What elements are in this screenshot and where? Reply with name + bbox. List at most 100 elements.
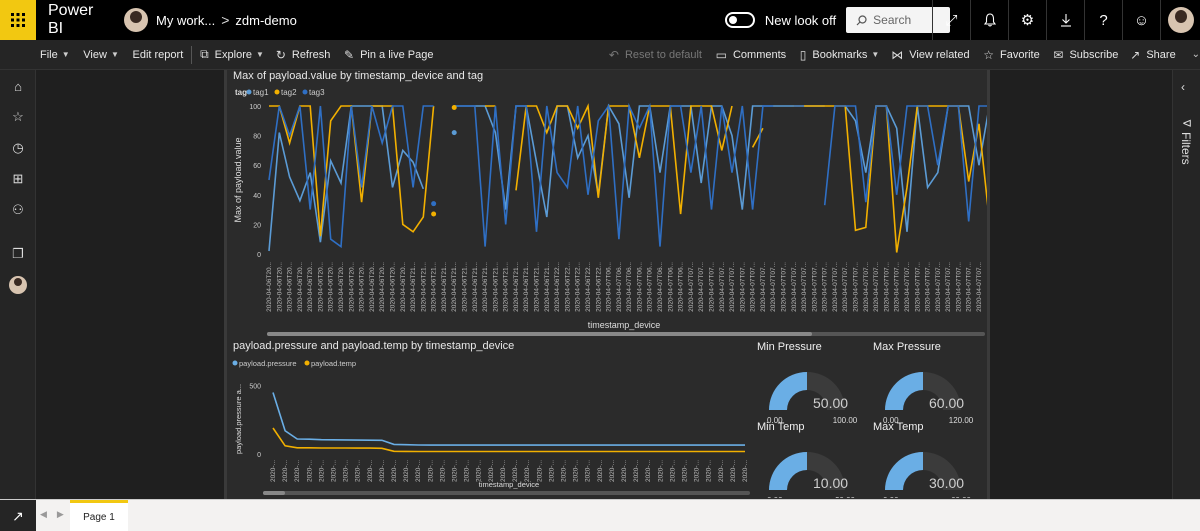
x-tick-label: 2020-04-07T07... [976,262,983,312]
x-tick-label: 2020-04-07T06... [626,262,633,312]
x-tick-label: 2020-... [681,460,688,482]
legend-marker-tag3 [302,89,308,95]
nav-my-workspace-button[interactable] [0,273,36,297]
view-menu[interactable]: View ▼ [83,49,119,61]
pin-live-page-button[interactable]: ✎ Pin a live Page [344,48,433,62]
series-line-tag3 [268,102,987,249]
legend-label-tag2: tag2 [281,88,297,97]
bookmark-icon: ▯ [799,47,807,62]
x-tick-label: 2020-04-06T20... [379,262,386,312]
x-tick-label: 2020-04-07T07... [945,262,952,312]
x-tick-label: 2020-04-07T07... [811,262,818,312]
feedback-button[interactable]: ☺ [1122,0,1160,40]
page-tab-1[interactable]: Page 1 [70,500,128,531]
download-button[interactable] [1046,0,1084,40]
account-button[interactable] [1160,0,1200,40]
nav-home-button[interactable]: ⌂ [0,74,36,98]
my-workspace-avatar [9,276,27,294]
command-bar: File ▼ View ▼ Edit report ⧉ Explore ▼ ↻ Refre… [0,40,1200,70]
x-tick-label: 2020-04-07T07... [842,262,849,312]
x-tick-label: 2020-04-06T21... [534,262,541,312]
subscribe-button[interactable]: ✉ Subscribe [1053,48,1118,62]
x-tick-label: 2020-04-06T21... [410,262,417,312]
help-button[interactable]: ? [1084,0,1122,40]
breadcrumb-workspace[interactable]: My work... [156,13,215,28]
notifications-button[interactable] [970,0,1008,40]
workspace-avatar [124,8,148,32]
pin-icon: ✎ [344,47,355,62]
view-related-button[interactable]: ⋈ View related [891,48,969,62]
x-tick-label: 2020-... [694,460,701,482]
edit-report-button[interactable]: Edit report [133,49,184,61]
refresh-label: Refresh [291,48,331,61]
gauge-title: Max Pressure [873,341,941,353]
x-axis-label: timestamp_device [588,320,661,330]
new-look-label: New look off [764,12,837,28]
share-button[interactable]: ↗ Share [1130,48,1175,62]
x-tick-label: 2020-04-06T21... [492,262,499,312]
x-tick-label: 2020-04-07T07... [791,262,798,312]
x-tick-label: 2020-... [415,460,422,482]
filters-pane[interactable]: ‹ ⊲ Filters [1172,70,1200,499]
x-tick-label: 2020-... [560,460,567,482]
breadcrumb-report[interactable]: zdm-demo [235,13,296,28]
x-tick-label: 2020-04-06T20... [297,262,304,312]
x-tick-label: 2020-04-06T22... [595,262,602,312]
legend-label-payload-temp: payload.temp [311,359,356,368]
page-nav-arrows[interactable]: ◀▶ [40,509,74,520]
chart2-line[interactable]: payload.pressure payload.temp 0 500 payload.… [227,354,757,500]
reset-default-label: Reset to default [624,48,702,61]
chevron-left-icon[interactable]: ‹ [1181,80,1185,94]
x-tick-label: 2020-04-07T07... [822,262,829,312]
x-tick-label: 2020-... [282,460,289,482]
favorite-button[interactable]: ☆ Favorite [983,48,1040,62]
explore-menu[interactable]: ⧉ Explore ▼ [200,47,264,62]
legend-marker-tag2 [274,89,280,95]
nav-favorites-button[interactable]: ☆ [0,105,36,129]
x-tick-label: 2020-04-06T21... [441,262,448,312]
explore-icon: ⧉ [200,47,209,61]
x-tick-label: 2020-04-07T07... [883,262,890,312]
nav-apps-button[interactable]: ⊞ [0,167,36,191]
x-tick-label: 2020-... [536,460,543,482]
explore-label: Explore [214,48,252,61]
x-tick-label: 2020-04-07T07... [873,262,880,312]
y-tick-label: 0 [257,252,261,259]
x-tick-label: 2020-04-07T07... [801,262,808,312]
home-icon: ⌂ [14,78,22,94]
nav-workspaces-button[interactable]: ❐ [0,242,36,266]
refresh-icon: ↻ [275,47,286,62]
expand-nav-button[interactable]: ↗ [0,500,36,531]
x-tick-label: 2020-04-07T07... [935,262,942,312]
x-tick-label: 2020-... [500,460,507,482]
refresh-button[interactable]: ↻ Refresh [276,48,331,62]
y-tick-label: 0 [257,452,261,459]
more-button[interactable]: ⌄ [1188,49,1200,60]
x-tick-label: 2020-... [331,460,338,482]
x-tick-label: 2020-04-06T20... [359,262,366,312]
file-menu[interactable]: File ▼ [40,49,70,61]
x-tick-label: 2020-04-07T07... [925,262,932,312]
legend-marker-tag1 [246,89,252,95]
undo-icon: ↶ [608,47,619,62]
bookmarks-menu[interactable]: ▯ Bookmarks ▼ [800,48,880,62]
fullscreen-button[interactable]: ⤢ [932,0,970,40]
comment-icon: ▭ [715,47,727,62]
y-tick-label: 60 [253,163,261,170]
x-tick-label: 2020-04-06T21... [544,262,551,312]
comments-button[interactable]: ▭ Comments [716,48,787,62]
y-tick-label: 40 [253,193,261,200]
nav-recent-button[interactable]: ◷ [0,136,36,160]
x-tick-label: 2020-04-06T20... [307,262,314,312]
nav-shared-button[interactable]: ⚇ [0,198,36,222]
star-icon: ☆ [12,109,24,124]
brand-title[interactable]: Power BI [48,2,110,38]
gauge-max: 60.00 [951,496,972,498]
reset-default-button[interactable]: ↶ Reset to default [609,48,702,62]
settings-button[interactable]: ⚙ [1008,0,1046,40]
gauge-value: 30.00 [929,475,964,491]
app-launcher-button[interactable] [0,0,36,40]
new-look-toggle[interactable] [724,12,755,28]
chart1-line[interactable]: tag tag1 tag2 tag3 0 20 40 60 80 100 Max of payloa… [227,84,987,352]
shared-icon: ⚇ [12,202,24,217]
